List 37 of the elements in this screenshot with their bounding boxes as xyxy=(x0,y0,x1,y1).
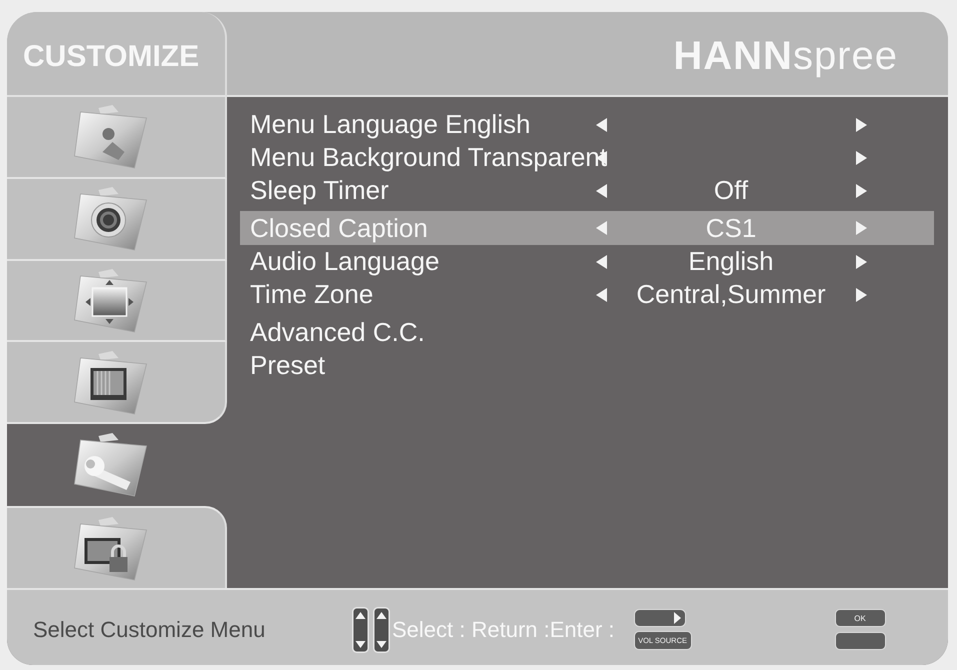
right-arrow-icon xyxy=(856,150,866,164)
folder-screen-icon xyxy=(73,350,149,415)
left-arrow-icon xyxy=(596,118,606,132)
menu-item[interactable]: Time Zone Central,Summer xyxy=(240,278,934,311)
right-arrow-icon xyxy=(856,221,866,235)
menu-item[interactable]: Sleep Timer Off xyxy=(240,174,934,207)
left-arrow-icon xyxy=(596,288,606,302)
menu-item[interactable]: Advanced C.C. xyxy=(240,316,934,349)
sidebar-tab[interactable] xyxy=(7,506,227,588)
key-icon xyxy=(834,632,886,650)
option-value: CS1 xyxy=(706,212,756,244)
folder-person-icon xyxy=(73,104,149,170)
up-down-key-icon xyxy=(352,606,369,652)
folder-frame-arrows-icon xyxy=(73,268,149,334)
folder-padlock-icon xyxy=(73,516,149,581)
menu-item[interactable]: Audio Language English xyxy=(240,245,934,278)
folder-wrench-icon xyxy=(73,432,149,497)
up-down-key-icon xyxy=(373,606,390,652)
menu-title: CUSTOMIZE xyxy=(23,40,200,74)
left-arrow-icon xyxy=(596,254,606,268)
folder-speaker-icon xyxy=(73,186,149,252)
option-value: Central,Summer xyxy=(636,279,826,310)
ok-key: OK xyxy=(834,609,886,627)
left-arrow-icon xyxy=(596,221,606,235)
right-arrow-icon xyxy=(856,288,866,302)
menu-item[interactable]: Menu Language English xyxy=(240,108,934,141)
right-key-icon xyxy=(634,609,686,627)
right-arrow-icon xyxy=(856,184,866,198)
sidebar-tab[interactable] xyxy=(7,342,227,424)
right-arrow-icon xyxy=(856,254,866,268)
right-arrow-icon xyxy=(856,118,866,132)
option-value: English xyxy=(688,246,774,277)
menu-item[interactable]: Preset xyxy=(240,349,934,382)
brand-logo: HANNspree xyxy=(673,34,898,79)
left-arrow-icon xyxy=(596,184,606,198)
status-text: Select Customize Menu xyxy=(33,616,266,642)
option-value: Off xyxy=(714,175,748,206)
